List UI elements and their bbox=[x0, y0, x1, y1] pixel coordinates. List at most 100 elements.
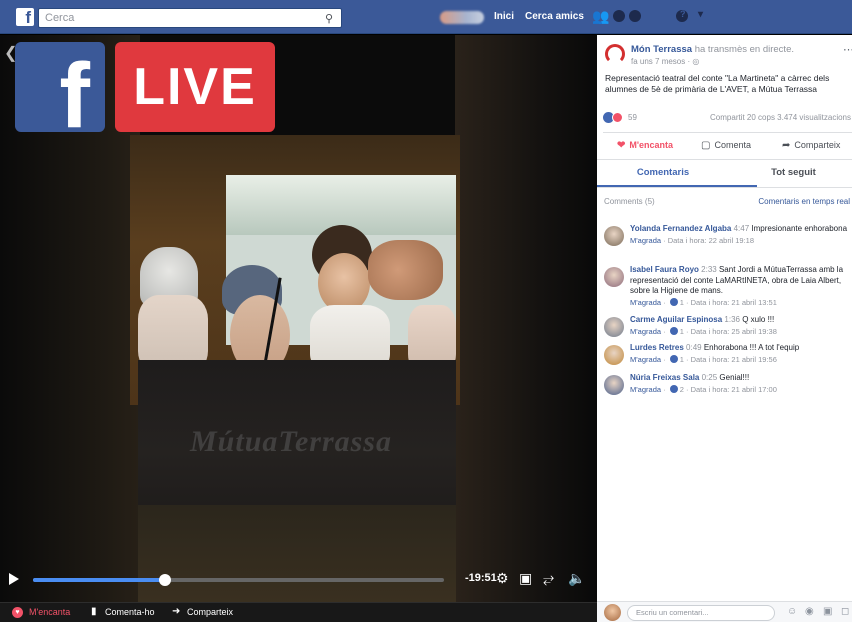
share-button-label: Comparteix bbox=[794, 140, 841, 150]
search-input[interactable]: Cerca ⚲ bbox=[38, 8, 342, 28]
comment-meta: M'agrada · 1 · Data i hora: 21 abril 19:… bbox=[630, 354, 777, 364]
tab-comments[interactable]: Comentaris bbox=[597, 167, 729, 178]
love-button-label: M'encanta bbox=[629, 140, 674, 150]
like-count-icon bbox=[669, 354, 678, 363]
share-button[interactable]: ➦ Comparteix bbox=[782, 140, 840, 151]
comment-like-link[interactable]: M'agrada bbox=[630, 236, 661, 245]
video-time-remaining: -19:51 bbox=[465, 572, 497, 584]
top-navigation-bar: f Cerca ⚲ Inici Cerca amics 👥 ? ▾ bbox=[0, 0, 852, 34]
comment-video-time[interactable]: 0:25 bbox=[702, 373, 718, 382]
comment-button[interactable]: ▢ Comenta bbox=[701, 140, 751, 151]
nav-find-friends-link[interactable]: Cerca amics bbox=[525, 11, 584, 22]
nav-home-link[interactable]: Inici bbox=[494, 11, 514, 22]
play-icon[interactable] bbox=[9, 573, 19, 585]
video-background-right bbox=[455, 35, 597, 602]
commenter-avatar[interactable] bbox=[604, 345, 624, 365]
comment-video-time[interactable]: 1:36 bbox=[724, 315, 740, 324]
post-side-panel: Món Terrassa ha transmès en directe. fa … bbox=[597, 35, 852, 622]
video-progress-bar[interactable] bbox=[33, 574, 444, 586]
commenter-avatar[interactable] bbox=[604, 267, 624, 287]
video-podium-watermark: MútuaTerrassa bbox=[190, 425, 392, 458]
comment-like-count[interactable]: 1 bbox=[680, 355, 684, 364]
comment-body: Núria Freixas Sala 0:25 Genial!!! M'agrad… bbox=[630, 373, 850, 395]
like-count-icon bbox=[669, 326, 678, 335]
divider bbox=[597, 159, 852, 160]
emoji-icon[interactable]: ☺ bbox=[787, 606, 797, 617]
globe-icon: ◎ bbox=[692, 57, 700, 66]
share-arrow-icon: ➦ bbox=[782, 140, 791, 151]
post-header: Món Terrassa ha transmès en directe. bbox=[631, 44, 794, 55]
settings-gear-icon[interactable]: ⚙ bbox=[496, 570, 509, 587]
facebook-logo-icon[interactable]: f bbox=[16, 8, 34, 26]
comment-author-link[interactable]: Yolanda Fernandez Algaba bbox=[630, 224, 731, 233]
account-menu-icon[interactable]: ▾ bbox=[698, 9, 703, 20]
post-time-text[interactable]: fa uns 7 mesos · bbox=[631, 57, 692, 66]
comment-composer: Escriu un comentari... ☺ ◉ ▣ ◻ bbox=[597, 601, 852, 622]
comment-author-link[interactable]: Núria Freixas Sala bbox=[630, 373, 699, 382]
comment-body: Yolanda Fernandez Algaba 4:47 Impresiona… bbox=[630, 224, 850, 246]
gif-icon[interactable]: ▣ bbox=[823, 606, 832, 617]
commenter-avatar[interactable] bbox=[604, 375, 624, 395]
love-button[interactable]: ❤ M'encanta bbox=[617, 140, 673, 151]
tab-live-feed[interactable]: Tot seguit bbox=[735, 167, 852, 178]
more-options-icon[interactable]: ⋯ bbox=[843, 43, 852, 56]
comment-input[interactable]: Escriu un comentari... bbox=[627, 605, 775, 621]
search-placeholder: Cerca bbox=[45, 12, 75, 24]
video-comment-button[interactable]: Comenta-ho bbox=[105, 607, 155, 617]
comment-video-time[interactable]: 4:47 bbox=[734, 224, 750, 233]
commenter-avatar[interactable] bbox=[604, 226, 624, 246]
messages-icon[interactable] bbox=[613, 10, 625, 22]
page-avatar[interactable] bbox=[605, 44, 625, 64]
heart-icon[interactable]: ♥ bbox=[12, 607, 23, 618]
video-share-button[interactable]: Comparteix bbox=[187, 607, 233, 617]
video-progress-knob[interactable] bbox=[158, 574, 171, 586]
reactions-summary[interactable]: 59 Compartit 20 cops 3.474 visualitzacio… bbox=[603, 112, 851, 126]
live-comments-toggle[interactable]: Comentaris en temps real bbox=[758, 197, 850, 206]
camera-icon[interactable]: ◉ bbox=[805, 606, 814, 617]
comment-text: Impresionante enhorabona bbox=[751, 224, 848, 233]
comment-meta: M'agrada · 1 · Data i hora: 25 abril 19:… bbox=[630, 326, 777, 336]
reaction-count[interactable]: 59 bbox=[628, 113, 637, 122]
help-glyph: ? bbox=[680, 9, 686, 19]
video-love-button[interactable]: M'encanta bbox=[29, 607, 70, 617]
comment-author-link[interactable]: Lurdes Retres bbox=[630, 343, 684, 352]
comment-video-time[interactable]: 0:49 bbox=[686, 343, 702, 352]
comment-date: Data i hora: 21 abril 13:51 bbox=[690, 297, 777, 307]
comment-body: Carme Aguilar Espinosa 1:36 Q xulo !!! M'… bbox=[630, 315, 850, 337]
comment-video-time[interactable]: 2:33 bbox=[701, 265, 717, 274]
like-count-icon bbox=[669, 384, 678, 393]
share-and-views-stats[interactable]: Compartit 20 cops 3.474 visualitzacions bbox=[710, 113, 851, 122]
comment-like-count[interactable]: 1 bbox=[680, 327, 684, 336]
profile-link[interactable] bbox=[440, 11, 484, 24]
heart-icon: ❤ bbox=[617, 140, 626, 151]
comment-icon[interactable]: ▮ bbox=[91, 606, 97, 617]
live-badge: LIVE bbox=[115, 42, 275, 132]
video-bottom-action-bar: ♥ M'encanta ▮ Comenta-ho ➜ Comparteix bbox=[0, 602, 597, 622]
commenter-avatar[interactable] bbox=[604, 317, 624, 337]
comment-like-link[interactable]: M'agrada bbox=[630, 327, 661, 336]
comment-like-link[interactable]: M'agrada bbox=[630, 355, 661, 364]
comment-like-count[interactable]: 2 bbox=[680, 385, 684, 394]
comment-button-label: Comenta bbox=[714, 140, 751, 150]
video-progress-fill bbox=[33, 578, 165, 582]
comment-like-link[interactable]: M'agrada bbox=[630, 298, 661, 307]
comment-like-link[interactable]: M'agrada bbox=[630, 385, 661, 394]
like-count-icon bbox=[669, 297, 678, 306]
facebook-f-logo: f bbox=[15, 42, 105, 142]
comment-author-link[interactable]: Isabel Faura Royo bbox=[630, 265, 699, 274]
comment-like-count[interactable]: 1 bbox=[680, 298, 684, 307]
share-arrow-icon[interactable]: ➜ bbox=[172, 606, 180, 617]
search-icon[interactable]: ⚲ bbox=[325, 10, 333, 28]
friend-requests-icon[interactable]: 👥 bbox=[592, 8, 609, 25]
comment-text: Genial!!! bbox=[719, 373, 750, 382]
popout-icon[interactable]: ▣ bbox=[519, 570, 532, 587]
volume-icon[interactable]: 🔈 bbox=[568, 570, 585, 587]
video-controls: -19:51 ⚙ ▣ ⥂ 🔈 bbox=[0, 566, 597, 594]
comment-body: Isabel Faura Royo 2:33 Sant Jordi a Mútu… bbox=[630, 265, 850, 308]
comment-author-link[interactable]: Carme Aguilar Espinosa bbox=[630, 315, 722, 324]
page-name-link[interactable]: Món Terrassa bbox=[631, 44, 692, 55]
sticker-icon[interactable]: ◻ bbox=[841, 606, 849, 617]
notifications-icon[interactable] bbox=[629, 10, 641, 22]
comment-text: Enhorabona !!! A tot l'equip bbox=[703, 343, 800, 352]
fullscreen-icon[interactable]: ⥂ bbox=[543, 570, 554, 587]
